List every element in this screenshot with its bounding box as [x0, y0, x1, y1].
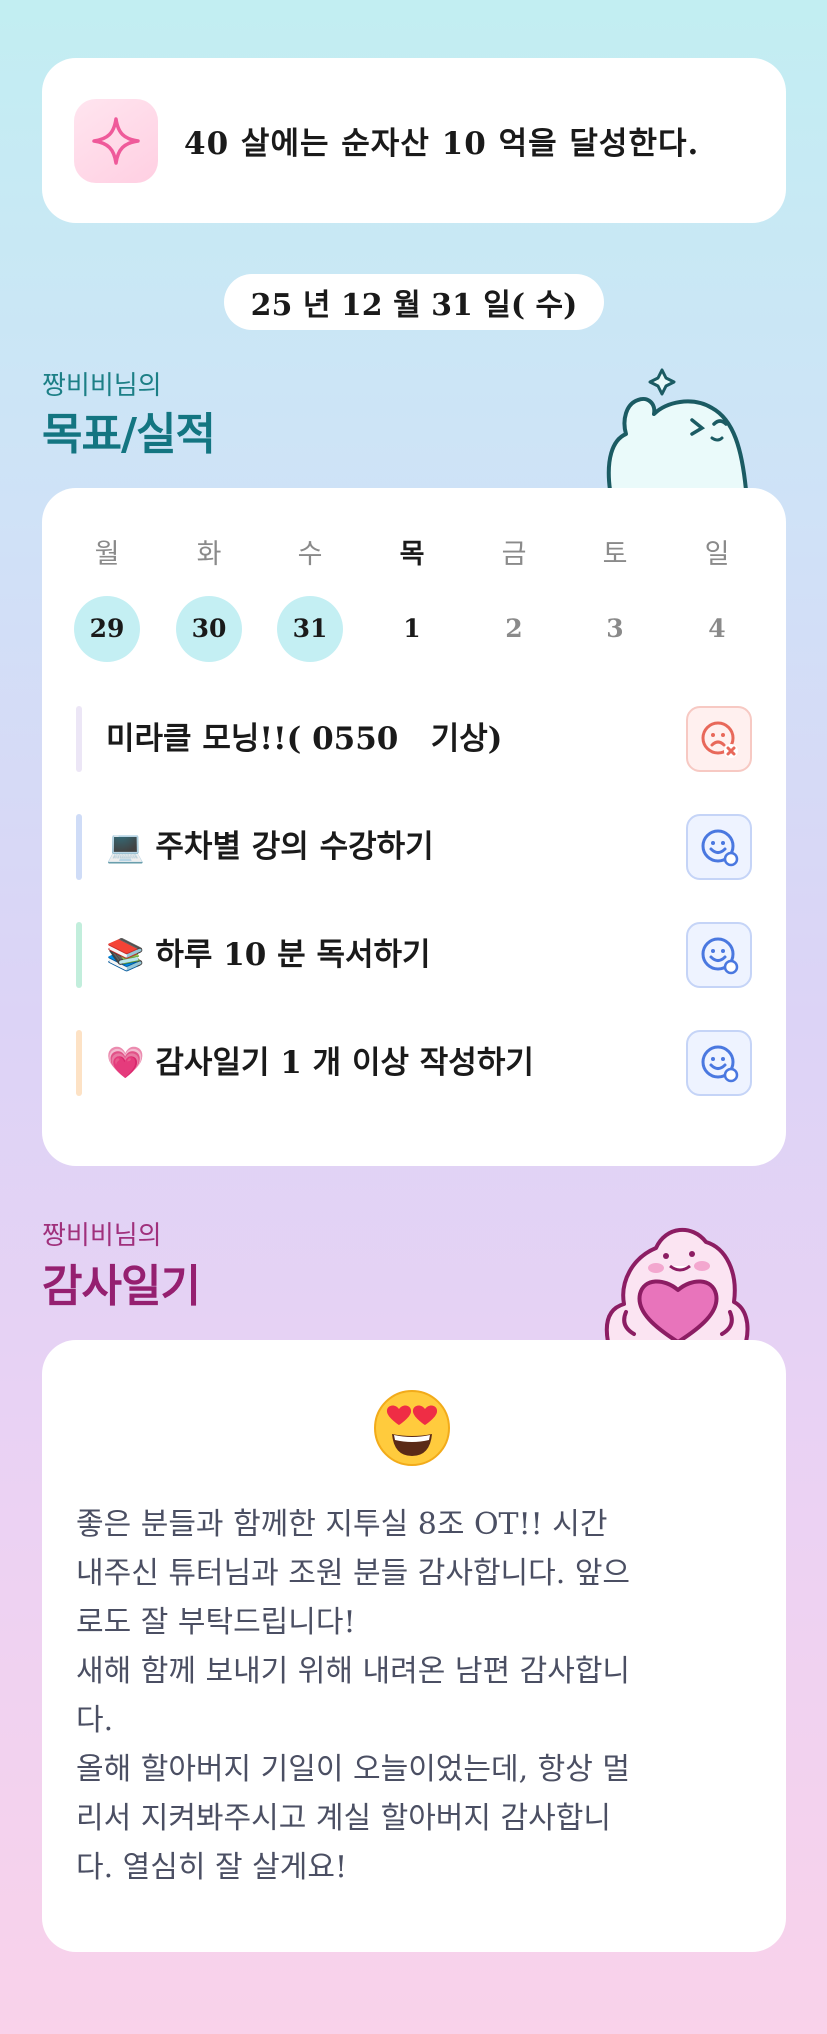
smile-face-done-icon[interactable] [686, 1030, 752, 1096]
smile-face-done-icon[interactable] [686, 922, 752, 988]
sad-face-fail-icon[interactable] [686, 706, 752, 772]
task-color-bar [76, 1030, 82, 1096]
sparkle-icon [74, 98, 158, 183]
date-30[interactable]: 30 [176, 596, 242, 662]
pink-heart-icon: 💗 [106, 1045, 145, 1081]
task-color-bar [76, 706, 82, 772]
task-label: 💗 감사일기 1 개 이상 작성하기 [106, 1045, 534, 1081]
gratitude-section-subtitle: 짱비비님의 [42, 1221, 162, 1251]
task-color-bar [76, 922, 82, 988]
weekday-thu: 목 [399, 539, 425, 570]
weekday-mon: 월 [94, 539, 120, 570]
task-item-miracle-morning[interactable]: 미라클 모닝!!( 0550 기상) [76, 706, 752, 772]
mascot-cheer-illustration [600, 360, 750, 494]
task-label: 미라클 모닝!!( 0550 기상) [106, 721, 503, 757]
weekday-sat: 토 [602, 539, 628, 570]
weekday-fri: 금 [501, 539, 527, 570]
laptop-icon: 💻 [106, 829, 145, 865]
gratitude-section-title: 감사일기 [42, 1261, 201, 1312]
date-1[interactable]: 1 [379, 596, 445, 662]
goals-card: 월 화 수 목 금 토 일 29 30 31 1 2 3 4 미라클 모닝!!(… [42, 488, 786, 1166]
goal-card[interactable]: 40 살에는 순자산 10 억을 달성한다. [42, 58, 786, 223]
date-3[interactable]: 3 [582, 596, 648, 662]
date-31[interactable]: 31 [277, 596, 343, 662]
weekday-tue: 화 [196, 539, 222, 570]
goal-text: 40 살에는 순자산 10 억을 달성한다. [184, 126, 700, 162]
task-label: 📚 하루 10 분 독서하기 [106, 937, 431, 973]
mascot-heart-illustration [596, 1212, 756, 1346]
date-2[interactable]: 2 [481, 596, 547, 662]
task-item-reading[interactable]: 📚 하루 10 분 독서하기 [76, 922, 752, 988]
gratitude-card[interactable]: 좋은 분들과 함께한 지투실 8조 OT!! 시간 내주신 튜터님과 조원 분들… [42, 1340, 786, 1952]
task-item-gratitude-journal[interactable]: 💗 감사일기 1 개 이상 작성하기 [76, 1030, 752, 1096]
gratitude-entry-text: 좋은 분들과 함께한 지투실 8조 OT!! 시간 내주신 튜터님과 조원 분들… [76, 1507, 631, 1885]
goals-section-title: 목표/실적 [42, 409, 216, 460]
task-item-lecture[interactable]: 💻 주차별 강의 수강하기 [76, 814, 752, 880]
heart-eyes-emoji-icon [372, 1388, 452, 1472]
books-icon: 📚 [106, 937, 145, 973]
date-4[interactable]: 4 [684, 596, 750, 662]
task-label: 💻 주차별 강의 수강하기 [106, 829, 434, 865]
goals-section-subtitle: 짱비비님의 [42, 371, 162, 401]
smile-face-done-icon[interactable] [686, 814, 752, 880]
date-pill[interactable]: 25 년 12 월 31 일( 수) [224, 274, 604, 330]
weekday-sun: 일 [704, 539, 730, 570]
weekday-wed: 수 [297, 539, 323, 570]
task-color-bar [76, 814, 82, 880]
date-29[interactable]: 29 [74, 596, 140, 662]
